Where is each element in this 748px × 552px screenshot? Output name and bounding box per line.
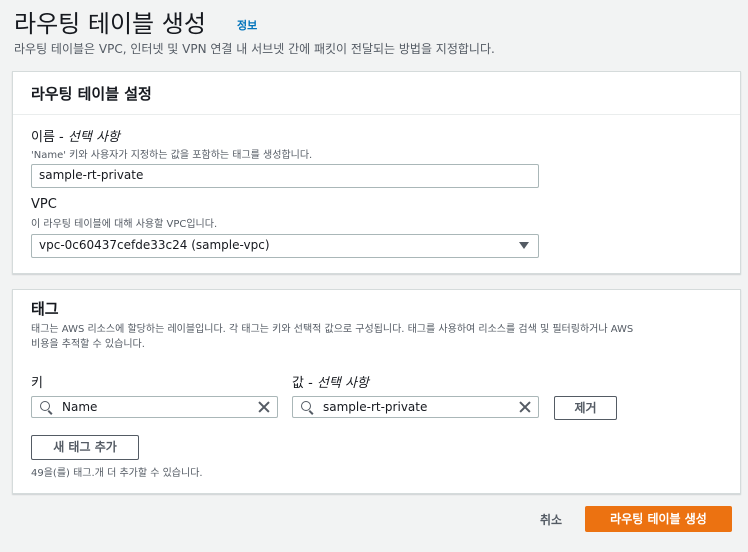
clear-icon[interactable] [257,400,271,414]
search-icon [301,401,311,411]
name-input-value: sample-rt-private [39,168,144,182]
tags-remaining-text: 49을(를) 태그.개 더 추가할 수 있습니다. [31,468,203,479]
tag-value-label-text: 값 - [292,376,317,391]
name-label: 이름 - 선택 사항 [31,126,120,145]
create-route-table-button[interactable]: 라우팅 테이블 생성 [585,506,732,532]
vpc-label: VPC [31,197,57,212]
vpc-description: 이 라우팅 테이블에 대해 사용할 VPC입니다. [31,219,218,230]
add-tag-button[interactable]: 새 태그 추가 [31,435,139,460]
caret-down-icon [519,242,529,249]
tags-description-line2: 비용을 추적할 수 있습니다. [31,339,145,350]
name-input[interactable]: sample-rt-private [31,164,539,188]
optional-text: 선택 사항 [67,130,120,145]
tag-key-value: Name [62,400,98,414]
name-label-text: 이름 - [31,130,68,145]
route-table-settings-panel: 라우팅 테이블 설정 이름 - 선택 사항 'Name' 키와 사용자가 지정하… [12,71,741,274]
tag-value-label: 값 - 선택 사항 [292,372,369,391]
tags-panel: 태그 태그는 AWS 리소스에 할당하는 레이블입니다. 각 태그는 키와 선택… [12,289,741,494]
tag-value-input[interactable]: sample-rt-private [292,396,539,418]
page-title: 라우팅 테이블 생성 [14,10,206,38]
search-icon [40,401,50,411]
tags-title: 태그 [31,300,59,318]
name-description: 'Name' 키와 사용자가 지정하는 값을 포함하는 태그를 생성합니다. [31,150,313,161]
tags-description-line1: 태그는 AWS 리소스에 할당하는 레이블입니다. 각 태그는 키와 선택적 값… [31,324,634,335]
info-link[interactable]: 정보 [237,17,257,33]
page-description: 라우팅 테이블은 VPC, 인터넷 및 VPN 연결 내 서브넷 간에 패킷이 … [14,42,495,56]
panel-title: 라우팅 테이블 설정 [31,85,152,103]
panel-header: 라우팅 테이블 설정 [13,72,740,115]
clear-icon[interactable] [518,400,532,414]
tag-key-input[interactable]: Name [31,396,278,418]
remove-tag-button[interactable]: 제거 [554,396,617,420]
tag-key-label: 키 [31,376,43,391]
vpc-select[interactable]: vpc-0c60437cefde33c24 (sample-vpc) [31,234,539,258]
cancel-button[interactable]: 취소 [540,511,562,528]
optional-text: 선택 사항 [316,376,369,391]
tag-value-value: sample-rt-private [323,400,428,414]
vpc-select-value: vpc-0c60437cefde33c24 (sample-vpc) [39,238,270,252]
